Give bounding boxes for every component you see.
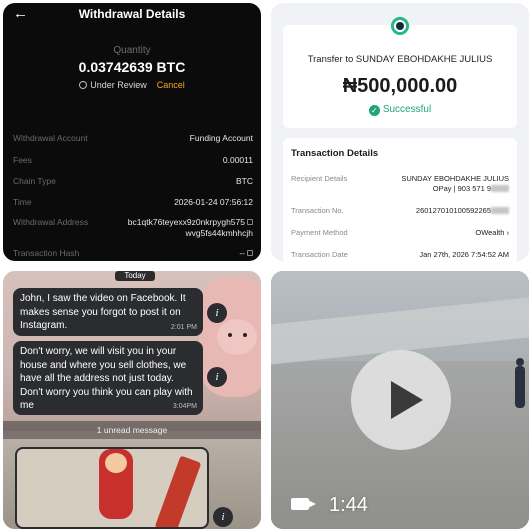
transfer-recipient: Transfer to SUNDAY EBOHDAKHE JULIUS — [307, 54, 493, 65]
row-value: 260127010100592265 — [416, 206, 509, 216]
row-label: Fees — [13, 155, 32, 165]
row-label: Transaction No. — [291, 206, 344, 215]
copy-icon[interactable] — [247, 219, 253, 225]
teddy-eye — [243, 333, 247, 337]
quantity-label: Quantity — [113, 45, 151, 56]
section-title: Transaction Details — [291, 148, 379, 159]
clock-icon — [79, 81, 88, 89]
payment-method: OWealth — [475, 228, 505, 237]
watch-strap-image — [154, 455, 202, 527]
chevron-right-icon: › — [506, 228, 510, 237]
row-value: bc1qtk76teyexx9z0nkrpygh575 wvg5fs44kmhh… — [128, 217, 253, 239]
row-label: Recipient Details — [291, 174, 348, 183]
status-text: Successful — [382, 104, 432, 115]
redaction-mark — [491, 207, 509, 214]
row-label: Payment Method — [291, 228, 348, 237]
recipient-bank: OPay | 903 571 9 — [432, 184, 491, 193]
teddy-eye — [228, 333, 232, 337]
chat-message-bubble[interactable]: Don't worry, we will visit you in your h… — [13, 341, 203, 415]
row-value: SUNDAY EBOHDAKHE JULIUS OPay | 903 571 9 — [401, 174, 509, 194]
message-time: 3:04PM — [172, 402, 197, 410]
quantity-value: 0.03742639 BTC — [78, 59, 186, 75]
page-title: Withdrawal Details — [78, 7, 186, 21]
date-pill: Today — [115, 271, 155, 281]
info-icon[interactable]: i — [207, 367, 227, 387]
message-text: John, I saw the video on Facebook. It ma… — [20, 293, 186, 331]
row-value: Funding Account — [189, 133, 253, 143]
video-duration: 1:44 — [329, 494, 368, 516]
recipient-name: SUNDAY EBOHDAKHE JULIUS — [401, 174, 509, 183]
play-button-icon[interactable] — [351, 350, 451, 450]
toy-figure-head — [105, 453, 127, 473]
transaction-details-card: Transaction Details Recipient Details SU… — [283, 138, 517, 261]
chat-screenshot-panel: Today John, I saw the video on Facebook.… — [3, 271, 261, 529]
info-icon[interactable]: i — [207, 303, 227, 323]
transfer-amount: ₦500,000.00 — [342, 75, 458, 97]
chat-message-bubble[interactable]: John, I saw the video on Facebook. It ma… — [13, 288, 203, 336]
check-icon: ✓ — [368, 105, 380, 116]
row-label: Transaction Hash — [13, 248, 80, 258]
row-value: Jan 27th, 2026 7:54:52 AM — [419, 250, 509, 259]
message-time: 2:01 PM — [170, 323, 197, 331]
teddy-bear-head — [217, 319, 257, 355]
copy-icon[interactable] — [247, 250, 253, 256]
txn-number: 260127010100592265 — [415, 206, 491, 215]
info-icon[interactable]: i — [213, 507, 233, 527]
unread-divider: 1 unread message — [3, 421, 261, 439]
row-label: Chain Type — [13, 176, 56, 186]
video-thumbnail-panel[interactable]: 1:44 — [271, 271, 529, 529]
hash-value: -- — [239, 248, 245, 258]
shared-photo[interactable] — [15, 447, 209, 529]
message-text: Don't worry, we will visit you in your h… — [20, 346, 193, 411]
row-label: Withdrawal Account — [13, 133, 88, 143]
video-camera-icon — [291, 498, 309, 510]
cancel-link[interactable]: Cancel — [157, 80, 185, 90]
brand-logo-icon — [391, 17, 409, 35]
status-row: Under Review Cancel — [3, 80, 261, 90]
person-figure-head — [516, 358, 524, 366]
row-label: Transaction Date — [291, 250, 348, 259]
row-value: 0.00011 — [222, 155, 253, 165]
row-value: BTC — [236, 176, 253, 186]
row-value: 2026-01-24 07:56:12 — [174, 197, 253, 207]
row-label: Time — [13, 197, 32, 207]
status-badge: ✓ Successful — [271, 104, 529, 116]
status-text: Under Review — [90, 80, 147, 90]
row-label: Withdrawal Address — [13, 217, 89, 227]
row-value: OWealth › — [475, 228, 509, 238]
transfer-receipt-panel: Transfer to SUNDAY EBOHDAKHE JULIUS ₦500… — [271, 3, 529, 261]
address-line-2: wvg5fs44kmhhcjh — [185, 228, 253, 238]
row-value: -- — [239, 248, 253, 259]
withdrawal-details-panel: ← Withdrawal Details Quantity 0.03742639… — [3, 3, 261, 261]
person-figure — [515, 366, 525, 408]
address-line-1: bc1qtk76teyexx9z0nkrpygh575 — [127, 217, 245, 227]
redaction-mark — [491, 185, 509, 192]
